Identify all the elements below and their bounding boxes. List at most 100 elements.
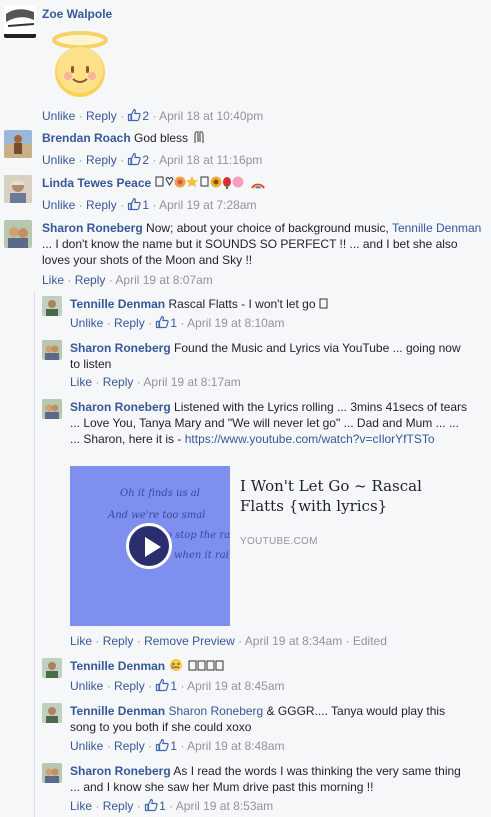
like-count[interactable]: 1 <box>155 316 177 330</box>
comment-actions: Like · Reply · April 19 at 8:07am <box>42 273 213 287</box>
timestamp[interactable]: April 19 at 8:07am <box>115 273 212 287</box>
reply: Tennille Denman Sharon Roneberg & GGGR..… <box>42 703 482 753</box>
thumbs-up-icon <box>144 798 158 812</box>
reply-link[interactable]: Reply <box>103 634 134 648</box>
avatar[interactable] <box>4 130 32 158</box>
reply-thread-line <box>34 292 35 817</box>
comment-actions: Unlike · Reply · 2 · April 18 at 11:16pm <box>42 153 263 167</box>
reply-author[interactable]: Sharon Roneberg <box>70 764 171 778</box>
thumbs-up-icon <box>155 315 169 329</box>
timestamp[interactable]: April 18 at 11:16pm <box>159 153 262 167</box>
missing-glyph-icon <box>319 298 328 309</box>
thumbs-up-icon <box>127 152 141 166</box>
timestamp[interactable]: April 19 at 8:10am <box>187 316 284 330</box>
like-link[interactable]: Like <box>70 375 92 389</box>
angel-emoji-sticker <box>44 26 116 101</box>
reply: Sharon Roneberg As I read the words I wa… <box>42 763 482 815</box>
unlike-link[interactable]: Unlike <box>42 153 75 167</box>
thumbs-up-icon <box>127 197 141 211</box>
mention-link[interactable]: Sharon Roneberg <box>168 704 263 718</box>
rainbow-icon <box>251 183 265 189</box>
timestamp[interactable]: April 19 at 8:48am <box>187 739 284 753</box>
like-count[interactable]: 2 <box>127 109 149 123</box>
unlike-link[interactable]: Unlike <box>70 679 103 693</box>
comment-author[interactable]: Linda Tewes Peace <box>42 176 151 190</box>
unlike-link[interactable]: Unlike <box>70 316 103 330</box>
like-link[interactable]: Like <box>70 799 92 813</box>
like-count[interactable]: 2 <box>127 153 149 167</box>
reply-actions: Unlike · Reply · 1 · April 19 at 8:48am <box>70 739 285 753</box>
missing-glyphs-icon <box>188 660 224 671</box>
like-link[interactable]: Like <box>42 273 64 287</box>
comment: Linda Tewes Peace Unlike · Reply · 1 · A… <box>4 175 484 212</box>
timestamp[interactable]: April 19 at 7:28am <box>159 198 256 212</box>
emoji-row <box>155 176 266 190</box>
avatar[interactable] <box>42 763 62 783</box>
timestamp[interactable]: April 18 at 10:40pm <box>159 109 263 123</box>
reply-link[interactable]: Reply <box>103 375 134 389</box>
reply-actions: Like · Reply · April 19 at 8:17am <box>70 375 241 389</box>
link-preview-card[interactable]: Oh it finds us al And we're too smal To … <box>70 466 476 626</box>
avatar[interactable] <box>42 658 62 678</box>
like-link[interactable]: Like <box>70 634 92 648</box>
avatar[interactable] <box>42 340 62 360</box>
like-count[interactable]: 1 <box>127 198 149 212</box>
edited-label[interactable]: Edited <box>353 634 387 648</box>
youtube-url-link[interactable]: https://www.youtube.com/watch?v=cIlorYfT… <box>185 432 435 446</box>
reply-link[interactable]: Reply <box>114 316 145 330</box>
comment-author[interactable]: Zoe Walpole <box>42 7 112 21</box>
reply-link[interactable]: Reply <box>86 153 117 167</box>
avatar[interactable] <box>4 175 32 203</box>
avatar[interactable] <box>4 6 36 38</box>
timestamp[interactable]: April 19 at 8:17am <box>143 375 240 389</box>
reply-author[interactable]: Tennille Denman <box>70 704 165 718</box>
remove-preview-link[interactable]: Remove Preview <box>144 634 235 648</box>
comment-text: God bless <box>134 131 189 145</box>
unlike-link[interactable]: Unlike <box>70 739 103 753</box>
comment-author[interactable]: Brendan Roach <box>42 131 131 145</box>
timestamp[interactable]: April 19 at 8:34am <box>245 634 342 648</box>
like-count[interactable]: 1 <box>155 679 177 693</box>
avatar[interactable] <box>42 296 62 316</box>
comment: Brendan Roach God bless Unlike · Reply ·… <box>4 130 484 167</box>
comment-actions: Unlike · Reply · 2 · April 18 at 10:40pm <box>42 109 264 123</box>
reply-link[interactable]: Reply <box>86 198 117 212</box>
reply-link[interactable]: Reply <box>103 799 134 813</box>
reply-actions: Unlike · Reply · 1 · April 19 at 8:45am <box>70 679 285 693</box>
timestamp[interactable]: April 19 at 8:45am <box>187 679 284 693</box>
reply-link[interactable]: Reply <box>114 739 145 753</box>
comment: Zoe Walpole Unlike · Reply · 2 · April 1… <box>4 6 484 124</box>
comment-author[interactable]: Sharon Roneberg <box>42 221 143 235</box>
preview-title[interactable]: I Won't Let Go ~ Rascal Flatts {with lyr… <box>240 476 430 516</box>
thumbs-up-icon <box>155 678 169 692</box>
like-count[interactable]: 1 <box>155 739 177 753</box>
comment: Sharon Roneberg Now; about your choice o… <box>4 220 484 290</box>
reply-author[interactable]: Sharon Roneberg <box>70 341 171 355</box>
unlike-link[interactable]: Unlike <box>42 198 75 212</box>
comment-text-continued: ... I don't know the name but it SOUNDS … <box>42 237 458 267</box>
reply-link[interactable]: Reply <box>86 109 117 123</box>
video-thumbnail[interactable]: Oh it finds us al And we're too smal To … <box>70 466 230 626</box>
timestamp[interactable]: April 19 at 8:53am <box>176 799 273 813</box>
like-count[interactable]: 1 <box>144 799 166 813</box>
praying-hands-icon <box>194 131 205 143</box>
thumbs-up-icon <box>127 108 141 122</box>
reply-actions: Unlike · Reply · 1 · April 19 at 8:10am <box>70 316 285 330</box>
reply-author[interactable]: Sharon Roneberg <box>70 400 171 414</box>
reply-author[interactable]: Tennille Denman <box>70 659 165 673</box>
unlike-link[interactable]: Unlike <box>42 109 75 123</box>
reply-link[interactable]: Reply <box>114 679 145 693</box>
reply-link[interactable]: Reply <box>75 273 106 287</box>
reply-actions: Like · Reply · 1 · April 19 at 8:53am <box>70 799 274 813</box>
avatar[interactable] <box>42 703 62 723</box>
mention-link[interactable]: Tennille Denman <box>392 221 481 235</box>
avatar[interactable] <box>42 399 62 419</box>
crying-face-icon <box>170 659 183 671</box>
thumbs-up-icon <box>155 738 169 752</box>
reply-actions: Like · Reply · Remove Preview · April 19… <box>70 634 387 648</box>
avatar[interactable] <box>4 220 32 248</box>
reply: Sharon Roneberg Found the Music and Lyri… <box>42 340 482 390</box>
reply-author[interactable]: Tennille Denman <box>70 297 165 311</box>
comment-text: Now; about your choice of background mus… <box>146 221 389 235</box>
play-icon[interactable] <box>126 523 172 569</box>
